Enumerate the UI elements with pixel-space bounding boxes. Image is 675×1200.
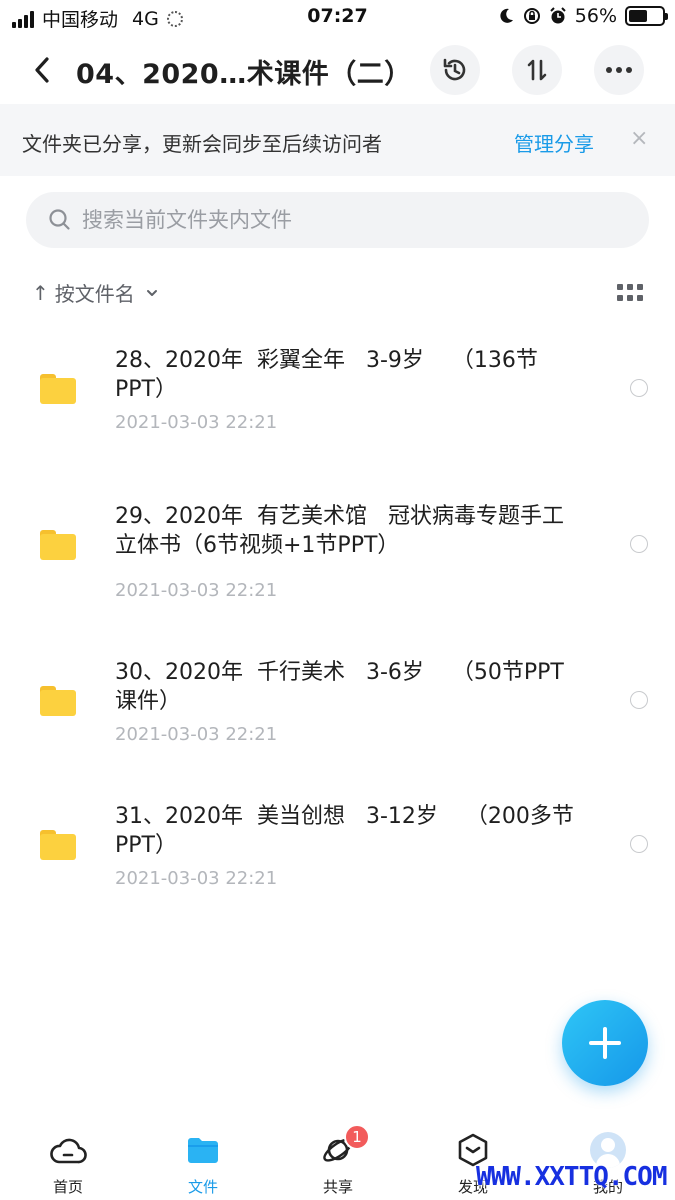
chevron-down-icon [146,289,157,296]
nav-bar: 04、2020…术课件（二） [0,40,675,102]
share-banner-text: 文件夹已分享，更新会同步至后续访问者 [22,132,382,156]
close-banner-button[interactable]: × [630,126,648,151]
search-icon [49,209,70,230]
tab-label: 共享 [322,1178,353,1196]
file-date: 2021-03-03 22:21 [115,868,278,889]
file-date: 2021-03-03 22:21 [115,580,278,601]
cloud-icon [48,1130,88,1170]
grid-view-icon[interactable] [617,284,643,302]
sort-arrow-icon: ↑ [32,280,49,305]
page-title: 04、2020…术课件（二） [76,59,412,90]
file-name: 31、2020年 美当创想 3-12岁 （200多节PPT） [115,804,574,858]
battery-icon [625,6,668,26]
watermark-text: WWW.XXTTQ.COM [476,1162,667,1192]
sort-control[interactable]: ↑ 按文件名 [32,278,159,307]
folder-icon [183,1130,223,1170]
share-banner: 文件夹已分享，更新会同步至后续访问者 管理分享 × [0,104,675,176]
tab-label: 文件 [187,1178,218,1196]
manage-share-link[interactable]: 管理分享 [514,128,594,157]
history-icon [443,58,466,81]
history-button[interactable] [430,45,480,95]
add-button[interactable] [562,1000,648,1086]
select-checkbox[interactable] [630,835,648,853]
tab-share[interactable]: 1 共享 [293,1124,383,1197]
battery-fill [629,10,647,22]
file-date: 2021-03-03 22:21 [115,412,278,433]
notification-badge: 1 [344,1124,370,1150]
plus-icon [589,1027,621,1059]
more-button[interactable] [594,45,644,95]
more-dots-icon [606,67,632,73]
file-name: 28、2020年 彩翼全年 3-9岁 （136节PPT） [115,348,538,402]
tab-label: 首页 [52,1178,83,1196]
back-button[interactable] [24,52,60,88]
transfer-button[interactable] [512,45,562,95]
share-planet-icon: 1 [318,1124,370,1170]
status-right: 56% [497,5,668,27]
folder-icon [40,830,76,860]
transfer-arrows-icon [527,59,547,81]
file-name: 29、2020年 有艺美术馆 冠状病毒专题手工立体书（6节视频+1节PPT） [115,504,564,558]
folder-icon [40,686,76,716]
tab-home[interactable]: 首页 [23,1130,113,1197]
select-checkbox[interactable] [630,379,648,397]
file-date: 2021-03-03 22:21 [115,724,278,745]
search-box[interactable] [26,192,649,248]
moon-icon [500,8,513,23]
chevron-left-icon [35,57,49,83]
search-input[interactable] [82,192,622,248]
select-checkbox[interactable] [630,691,648,709]
status-bar: 中国移动 4G 07:27 56% [0,0,675,34]
tab-files[interactable]: 文件 [158,1130,248,1197]
folder-icon [40,530,76,560]
file-name: 30、2020年 千行美术 3-6岁 （50节PPT课件） [115,660,564,714]
rotation-lock-icon [523,8,540,24]
select-checkbox[interactable] [630,535,648,553]
alarm-icon [550,7,566,24]
folder-icon [40,374,76,404]
sort-label: 按文件名 [54,282,135,306]
battery-percent: 56% [574,5,617,27]
